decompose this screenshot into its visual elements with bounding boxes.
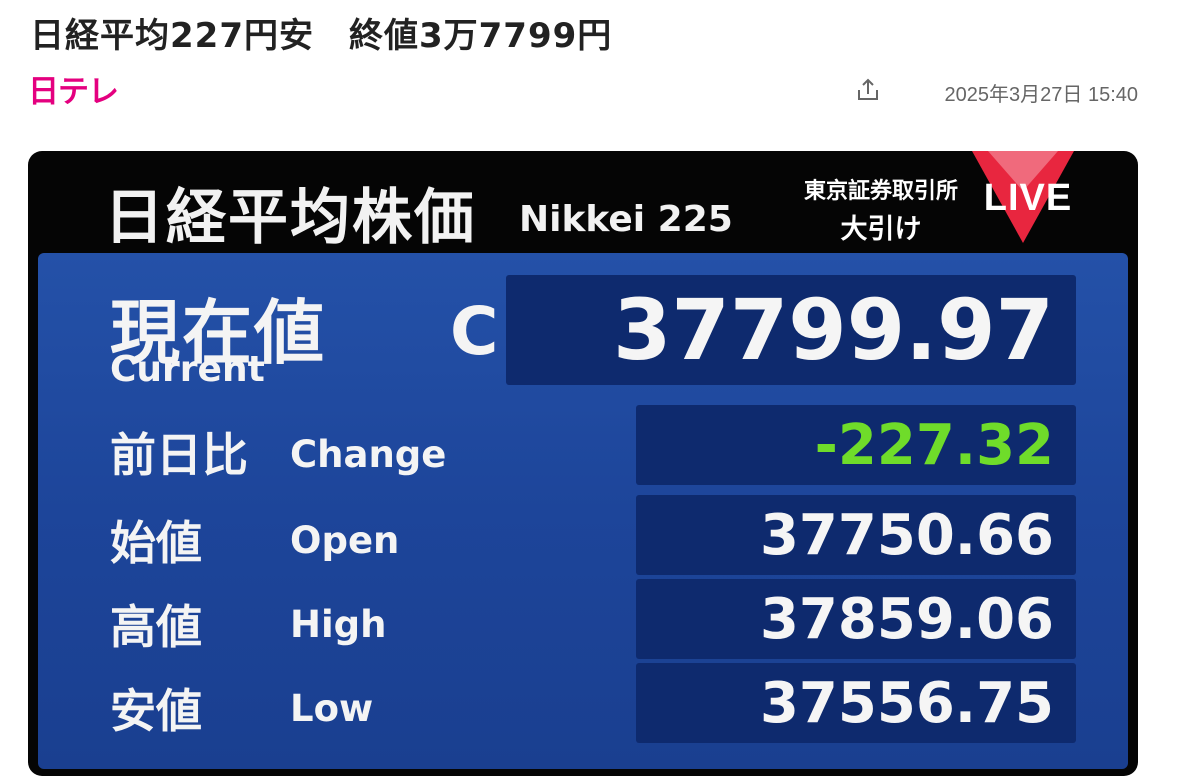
live-label: LIVE bbox=[983, 177, 1073, 219]
open-value: 37750.66 bbox=[636, 495, 1076, 575]
open-label-jp: 始値 bbox=[110, 516, 202, 570]
exchange-session: 大引け bbox=[840, 214, 922, 245]
low-value: 37556.75 bbox=[636, 663, 1076, 743]
source-logo[interactable]: 日テレ bbox=[28, 66, 119, 111]
tv-title: 日経平均株価 bbox=[104, 183, 476, 253]
quote-panel: 現在値 Current C 37799.97 前日比 Change -227.3… bbox=[38, 253, 1128, 769]
current-marker: C bbox=[450, 293, 499, 370]
change-label-en: Change bbox=[290, 433, 447, 476]
high-value: 37859.06 bbox=[636, 579, 1076, 659]
change-value: -227.32 bbox=[636, 405, 1076, 485]
high-label-en: High bbox=[290, 603, 387, 646]
change-label-jp: 前日比 bbox=[110, 428, 248, 482]
low-label-en: Low bbox=[290, 687, 374, 730]
current-label-en: Current bbox=[110, 349, 265, 390]
share-icon bbox=[858, 78, 878, 100]
open-label-en: Open bbox=[290, 519, 400, 562]
tv-graphic: 日経平均株価 Nikkei 225 東京証券取引所 大引け LIVE 現在値 C… bbox=[28, 151, 1138, 776]
exchange-label: 東京証券取引所 大引け bbox=[786, 173, 976, 246]
current-value: 37799.97 bbox=[506, 275, 1076, 385]
exchange-name: 東京証券取引所 bbox=[803, 179, 958, 204]
headline: 日経平均227円安 終値3万7799円 bbox=[30, 16, 613, 56]
high-label-jp: 高値 bbox=[110, 600, 202, 654]
tv-subtitle: Nikkei 225 bbox=[519, 199, 733, 240]
low-label-jp: 安値 bbox=[110, 684, 202, 738]
share-button[interactable] bbox=[852, 74, 884, 106]
article-date: 2025年3月27日 15:40 bbox=[944, 84, 1138, 106]
